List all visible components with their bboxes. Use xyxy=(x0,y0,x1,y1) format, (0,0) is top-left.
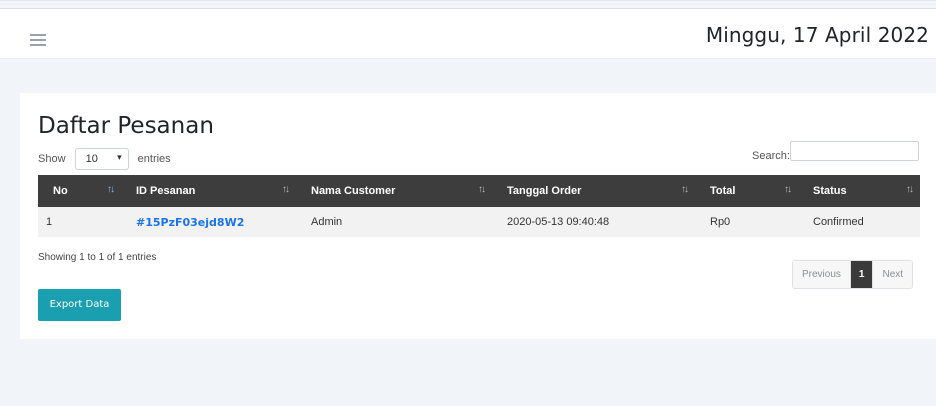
pagination: Previous 1 Next xyxy=(792,260,914,289)
column-label: Tanggal Order xyxy=(507,185,582,197)
entries-label: entries xyxy=(137,152,171,165)
column-header-total[interactable]: Total ↑↓ xyxy=(695,175,798,207)
export-data-button[interactable]: Export Data xyxy=(38,289,121,321)
column-header-id[interactable]: ID Pesanan ↑↓ xyxy=(121,175,296,207)
sort-icon: ↑↓ xyxy=(478,184,486,195)
sort-icon: ↑↓ xyxy=(784,184,792,195)
table-header-row: No ↑↓ ID Pesanan ↑↓ Nama Customer ↑↓ Tan… xyxy=(38,175,920,207)
top-divider xyxy=(0,0,936,1)
cell-customer: Admin xyxy=(311,216,343,228)
search-label: Search: xyxy=(752,150,790,162)
column-label: Status xyxy=(813,185,847,197)
show-label: Show xyxy=(38,152,66,165)
page-title: Daftar Pesanan xyxy=(38,113,214,139)
pagination-previous[interactable]: Previous xyxy=(793,261,851,288)
page-size-select[interactable]: 10 ▾ xyxy=(74,148,129,170)
search-input[interactable] xyxy=(790,141,919,161)
sort-icon: ↑↓ xyxy=(906,184,914,195)
pagination-next[interactable]: Next xyxy=(872,261,913,288)
order-id-link[interactable]: #15PzF03ejd8W2 xyxy=(136,216,244,229)
column-label: No xyxy=(53,185,68,197)
pagination-page-1[interactable]: 1 xyxy=(850,261,873,288)
cell-date: 2020-05-13 09:40:48 xyxy=(507,216,610,228)
column-label: ID Pesanan xyxy=(136,185,196,197)
current-date: Minggu, 17 April 2022 xyxy=(705,23,929,47)
column-header-customer[interactable]: Nama Customer ↑↓ xyxy=(296,175,492,207)
orders-table: No ↑↓ ID Pesanan ↑↓ Nama Customer ↑↓ Tan… xyxy=(38,175,920,237)
orders-card: Daftar Pesanan Show 10 ▾ entries Search:… xyxy=(20,93,936,339)
column-header-date[interactable]: Tanggal Order ↑↓ xyxy=(492,175,695,207)
column-header-no[interactable]: No ↑↓ xyxy=(38,175,121,207)
hamburger-icon[interactable] xyxy=(30,34,46,46)
page-size-value: 10 xyxy=(85,153,98,165)
page-size-control: Show 10 ▾ entries xyxy=(38,148,171,170)
table-row: 1 #15PzF03ejd8W2 Admin 2020-05-13 09:40:… xyxy=(38,207,920,237)
column-label: Total xyxy=(710,185,736,197)
sort-icon: ↑↓ xyxy=(282,184,290,195)
sort-icon: ↑↓ xyxy=(681,184,689,195)
cell-no: 1 xyxy=(46,216,53,228)
column-label: Nama Customer xyxy=(311,185,396,197)
sort-asc-icon: ↑↓ xyxy=(107,184,115,195)
top-bar: Minggu, 17 April 2022 xyxy=(0,8,936,59)
cell-id: #15PzF03ejd8W2 xyxy=(121,207,296,237)
cell-total: Rp0 xyxy=(710,216,731,228)
cell-status: Confirmed xyxy=(813,216,864,228)
table-info: Showing 1 to 1 of 1 entries xyxy=(38,252,157,263)
column-header-status[interactable]: Status ↑↓ xyxy=(798,175,920,207)
chevron-updown-icon: ▾ xyxy=(117,152,122,162)
